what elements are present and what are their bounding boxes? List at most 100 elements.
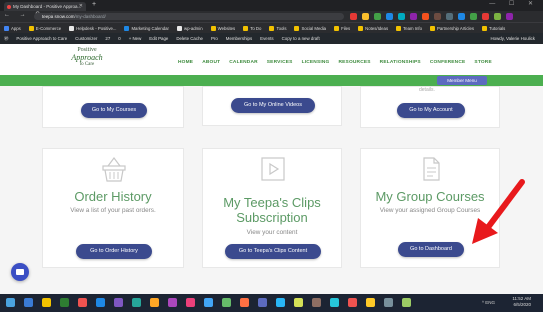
wp-pro[interactable]: Pro bbox=[211, 36, 218, 41]
bookmarks-bar: Apps E-Commerce Helpdesk - Positive... M… bbox=[0, 22, 543, 33]
taskbar-app-icon[interactable] bbox=[168, 298, 177, 307]
search-icon[interactable] bbox=[24, 298, 33, 307]
bookmark[interactable]: Notes/Ideas bbox=[358, 25, 388, 31]
menu-item-store[interactable]: STORE bbox=[474, 60, 491, 65]
file-explorer-icon[interactable] bbox=[42, 298, 51, 307]
taskbar-clock[interactable]: 11:52 AM 6/5/2020 bbox=[512, 296, 531, 308]
extension-icon[interactable] bbox=[494, 13, 501, 20]
bookmark[interactable]: Websites bbox=[210, 25, 235, 31]
extension-icon[interactable] bbox=[446, 13, 453, 20]
site-logo[interactable]: Positive Approach to Care bbox=[52, 47, 122, 71]
system-tray[interactable]: ^ ENG bbox=[482, 300, 495, 305]
go-to-my-account-button[interactable]: Go to My Account bbox=[397, 103, 465, 118]
wp-delete-cache[interactable]: Delete Cache bbox=[176, 36, 203, 41]
extension-icon[interactable] bbox=[482, 13, 489, 20]
logo-line-3: to Care bbox=[79, 62, 95, 67]
member-menu-button[interactable]: Member Menu bbox=[437, 76, 487, 85]
wp-comments-count[interactable]: 0 bbox=[118, 36, 120, 41]
outlook-icon[interactable] bbox=[96, 298, 105, 307]
extension-icon[interactable] bbox=[410, 13, 417, 20]
taskbar-app-icon[interactable] bbox=[276, 298, 285, 307]
folder-icon bbox=[210, 25, 216, 31]
taskbar-app-icon[interactable] bbox=[330, 298, 339, 307]
wp-new[interactable]: + New bbox=[129, 36, 142, 41]
new-tab-button[interactable]: + bbox=[92, 1, 96, 8]
bookmark[interactable]: Helpdesk - Positive... bbox=[69, 25, 116, 31]
apps-icon bbox=[4, 25, 9, 31]
go-to-clips-button[interactable]: Go to Teepa's Clips Content bbox=[225, 244, 321, 259]
bookmark[interactable]: Partnership Articles bbox=[429, 25, 474, 31]
extension-icons bbox=[350, 13, 513, 20]
taskbar-app-icon[interactable] bbox=[60, 298, 69, 307]
taskbar-app-icon[interactable] bbox=[402, 298, 411, 307]
wp-edit-page[interactable]: Edit Page bbox=[149, 36, 168, 41]
wp-site-name[interactable]: Positive Approach to Care bbox=[16, 36, 67, 41]
menu-item-relationships[interactable]: RELATIONSHIPS bbox=[380, 60, 421, 65]
extension-icon[interactable] bbox=[374, 13, 381, 20]
window-controls[interactable]: — ☐ ✕ bbox=[489, 0, 539, 7]
wp-memberships[interactable]: Memberships bbox=[226, 36, 252, 41]
menu-item-calendar[interactable]: CALENDAR bbox=[229, 60, 258, 65]
go-to-online-videos-button[interactable]: Go to My Online Videos bbox=[231, 98, 315, 113]
bookmark[interactable]: E-Commerce bbox=[28, 25, 61, 31]
taskbar-app-icon[interactable] bbox=[114, 298, 123, 307]
chat-widget-button[interactable] bbox=[11, 263, 29, 281]
url-path: /my-dashboard/ bbox=[74, 14, 106, 19]
wp-howdy-user[interactable]: Howdy, Valerie Houlick bbox=[491, 36, 536, 41]
extension-icon[interactable] bbox=[362, 13, 369, 20]
wp-admin-bar: Ⓦ Positive Approach to Care Customizer 2… bbox=[0, 33, 543, 44]
wp-events[interactable]: Events bbox=[260, 36, 273, 41]
folder-icon bbox=[429, 25, 435, 31]
bookmark[interactable]: Marketing Calendar bbox=[124, 25, 169, 31]
wp-customizer[interactable]: Customizer bbox=[75, 36, 97, 41]
menu-item-conference[interactable]: CONFERENCE bbox=[430, 60, 466, 65]
menu-item-about[interactable]: ABOUT bbox=[202, 60, 220, 65]
bookmark[interactable]: Files bbox=[334, 25, 350, 31]
taskbar-app-icon[interactable] bbox=[204, 298, 213, 307]
wp-updates-count[interactable]: 27 bbox=[105, 36, 110, 41]
extension-icon[interactable] bbox=[434, 13, 441, 20]
bookmark[interactable]: Social Media bbox=[294, 25, 326, 31]
taskbar-app-icon[interactable] bbox=[258, 298, 267, 307]
wordpress-icon[interactable]: Ⓦ bbox=[4, 36, 8, 42]
extension-icon[interactable] bbox=[458, 13, 465, 20]
extension-icon[interactable] bbox=[422, 13, 429, 20]
menu-item-home[interactable]: HOME bbox=[178, 60, 193, 65]
taskbar-app-icon[interactable] bbox=[294, 298, 303, 307]
taskbar-app-icon[interactable] bbox=[222, 298, 231, 307]
bookmark[interactable]: Apps bbox=[4, 25, 21, 31]
wp-copy-draft[interactable]: Copy to a new draft bbox=[282, 36, 320, 41]
address-bar[interactable]: teepa snow.com/my-dashboard/ bbox=[34, 13, 344, 20]
extension-icon[interactable] bbox=[350, 13, 357, 20]
taskbar-app-icon[interactable] bbox=[384, 298, 393, 307]
bookmark[interactable]: To Do bbox=[243, 25, 261, 31]
taskbar-app-icon[interactable] bbox=[348, 298, 357, 307]
menu-item-licensing[interactable]: LICENSING bbox=[302, 60, 330, 65]
start-icon[interactable] bbox=[6, 298, 15, 307]
profile-avatar-icon[interactable] bbox=[506, 13, 513, 20]
taskbar-app-icon[interactable] bbox=[312, 298, 321, 307]
extension-icon[interactable] bbox=[398, 13, 405, 20]
go-to-my-courses-button[interactable]: Go to My Courses bbox=[81, 103, 147, 118]
menu-item-resources[interactable]: RESOURCES bbox=[338, 60, 370, 65]
bookmark[interactable]: wp-admin bbox=[176, 25, 203, 31]
red-arrow-annotation bbox=[472, 179, 525, 244]
bookmark[interactable]: Team Info bbox=[396, 25, 422, 31]
menu-item-services[interactable]: SERVICES bbox=[267, 60, 293, 65]
extension-icon[interactable] bbox=[470, 13, 477, 20]
taskbar-app-icon[interactable] bbox=[186, 298, 195, 307]
card-order-history: Order History View a list of your past o… bbox=[42, 148, 184, 268]
taskbar-app-icon[interactable] bbox=[366, 298, 375, 307]
go-to-order-history-button[interactable]: Go to Order History bbox=[76, 244, 152, 259]
go-to-dashboard-button[interactable]: Go to Dashboard bbox=[398, 242, 464, 257]
bookmark[interactable]: Tools bbox=[269, 25, 286, 31]
bookmark[interactable]: Tutorials bbox=[482, 25, 505, 31]
taskbar-app-icon[interactable] bbox=[150, 298, 159, 307]
windows-taskbar: ^ ENG 11:52 AM 6/5/2020 bbox=[0, 294, 543, 312]
chrome-icon[interactable] bbox=[78, 298, 87, 307]
browser-tab[interactable]: My Dashboard - Positive Approa... ✕ bbox=[4, 2, 86, 11]
extension-icon[interactable] bbox=[386, 13, 393, 20]
close-tab-icon[interactable]: ✕ bbox=[79, 2, 83, 11]
taskbar-app-icon[interactable] bbox=[132, 298, 141, 307]
taskbar-app-icon[interactable] bbox=[240, 298, 249, 307]
